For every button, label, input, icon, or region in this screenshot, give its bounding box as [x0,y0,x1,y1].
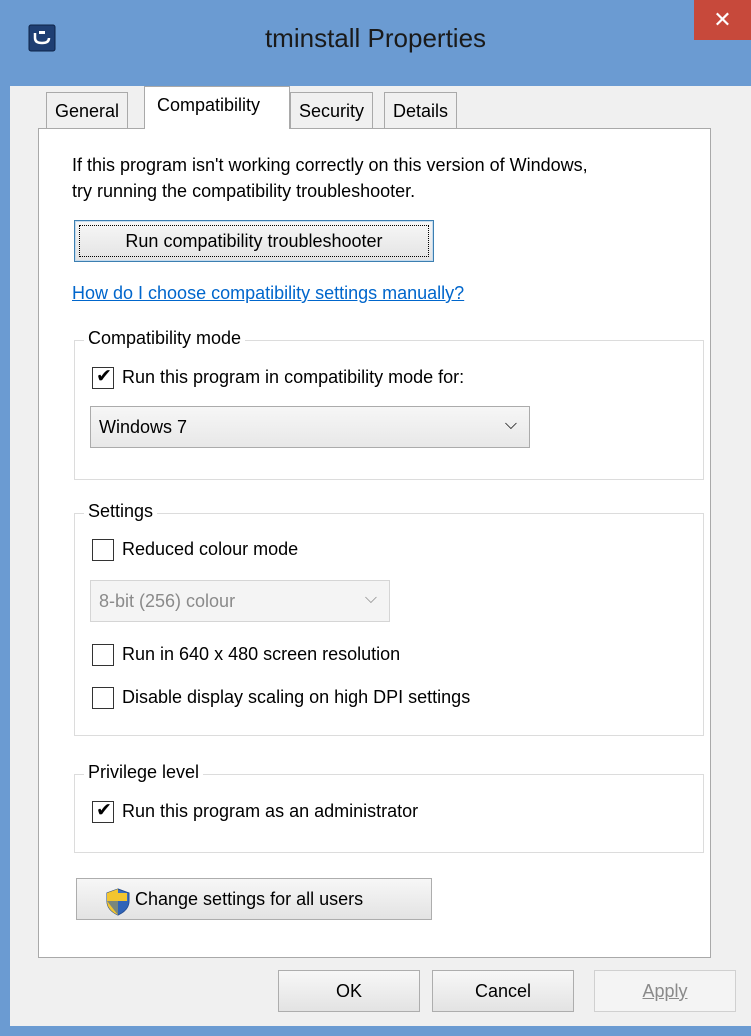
intro-text: If this program isn't working correctly … [72,152,702,204]
resolution-checkbox[interactable] [92,644,114,666]
os-version-value: Windows 7 [99,417,188,437]
close-icon: ✕ [713,7,732,32]
cancel-label: Cancel [474,981,532,1001]
compatibility-help-link[interactable]: How do I choose compatibility settings m… [72,283,464,304]
window-frame: tminstall Properties ✕ General Security … [0,0,751,1036]
privilege-level-label: Privilege level [84,762,204,783]
os-version-select[interactable]: Windows 7 ⌵ [90,406,530,448]
dpi-scaling-label[interactable]: Disable display scaling on high DPI sett… [122,687,470,708]
tab-compatibility[interactable]: Compatibility [144,86,290,129]
run-troubleshooter-button[interactable]: Run compatibility troubleshooter [74,220,434,262]
change-settings-all-users-label: Change settings for all users [135,889,364,909]
focus-ring [79,225,429,257]
apply-label: Apply [642,981,688,1001]
chevron-down-icon: ⌵ [364,590,377,607]
tab-general[interactable]: General [46,92,129,129]
reduced-colour-checkbox[interactable] [92,539,114,561]
compatibility-mode-label: Compatibility mode [84,328,246,349]
compatibility-mode-checkbox[interactable]: ✔ [92,366,114,389]
checkmark-icon: ✔ [96,800,112,821]
run-as-admin-checkbox[interactable]: ✔ [92,800,114,823]
intro-line-1: If this program isn't working correctly … [72,155,588,175]
run-as-admin-label[interactable]: Run this program as an administrator [122,801,418,822]
tab-details[interactable]: Details [384,92,458,129]
title-bar[interactable]: tminstall Properties ✕ [0,0,751,86]
ok-label: OK [335,981,362,1001]
intro-line-2: try running the compatibility troublesho… [72,181,416,201]
apply-button[interactable]: Apply [594,970,736,1012]
tab-security[interactable]: Security [290,92,374,129]
uac-shield-icon [106,888,130,916]
compatibility-mode-checkbox-label[interactable]: Run this program in compatibility mode f… [122,367,464,388]
cancel-button[interactable]: Cancel [432,970,574,1012]
resolution-label[interactable]: Run in 640 x 480 screen resolution [122,644,400,665]
dpi-scaling-checkbox[interactable] [92,687,114,709]
window-title: tminstall Properties [264,23,487,53]
chevron-down-icon: ⌵ [504,416,517,433]
colour-depth-select[interactable]: 8-bit (256) colour ⌵ [90,580,390,622]
close-button[interactable]: ✕ [694,0,751,40]
checkmark-icon: ✔ [96,366,112,387]
settings-label: Settings [84,501,158,522]
ok-button[interactable]: OK [278,970,420,1012]
colour-depth-value: 8-bit (256) colour [99,591,236,611]
reduced-colour-label[interactable]: Reduced colour mode [122,539,298,560]
change-settings-all-users-button[interactable]: Change settings for all users [76,878,432,920]
